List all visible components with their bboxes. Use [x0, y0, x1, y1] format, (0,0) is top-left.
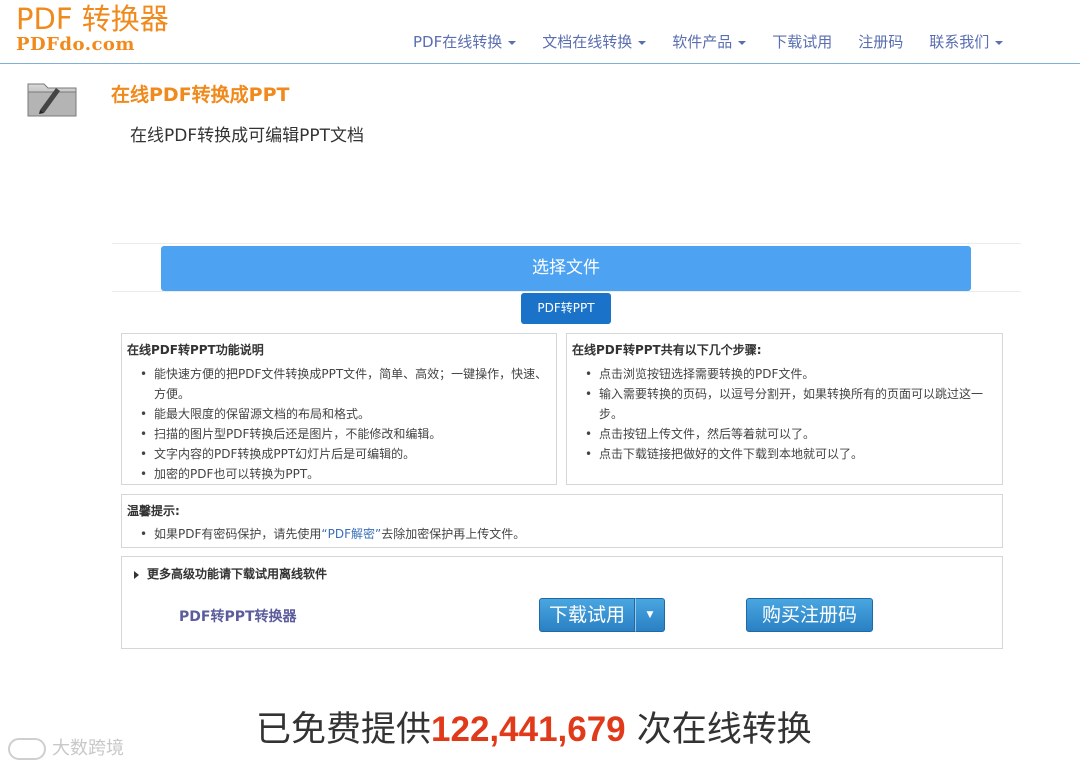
download-dropdown-button[interactable]: ▼: [635, 598, 665, 632]
list-item: 文字内容的PDF转换成PPT幻灯片后是可编辑的。: [140, 444, 556, 464]
logo-title: PDF 转换器: [16, 2, 169, 36]
download-button-group: 下载试用 ▼: [539, 598, 665, 632]
features-panel: 在线PDF转PPT功能说明 能快速方便的把PDF文件转换成PPT文件，简单、高效…: [121, 333, 557, 485]
features-list: 能快速方便的把PDF文件转换成PPT文件，简单、高效；一键操作，快速、方便。 能…: [140, 364, 556, 484]
features-title: 在线PDF转PPT功能说明: [127, 343, 264, 357]
nav-contact[interactable]: 联系我们: [916, 28, 1016, 56]
watermark-text: 大数跨境: [52, 738, 124, 759]
nav-software[interactable]: 软件产品: [659, 28, 759, 56]
list-item: 如果PDF有密码保护，请先使用“PDF解密”去除加密保护再上传文件。: [140, 524, 1002, 544]
counter-suffix: 次在线转换: [625, 710, 812, 750]
site-logo[interactable]: PDF 转换器 PDFdo.com: [16, 2, 191, 58]
nav-download[interactable]: 下载试用: [759, 28, 845, 56]
divider: [112, 243, 1021, 244]
select-file-button[interactable]: 选择文件: [161, 246, 971, 291]
logo-domain: PDFdo.com: [16, 34, 135, 55]
conversion-counter: 已免费提供122,441,679 次在线转换: [256, 706, 812, 754]
offline-software-panel: 更多高级功能请下载试用离线软件 PDF转PPT转换器 下载试用 ▼ 购买注册码: [121, 556, 1003, 649]
site-header: PDF 转换器 PDFdo.com PDF在线转换 文档在线转换 软件产品 下载…: [0, 0, 1080, 64]
pdf-decrypt-link[interactable]: “PDF解密”: [321, 527, 381, 541]
nav-label: 下载试用: [772, 33, 833, 51]
main-nav: PDF在线转换 文档在线转换 软件产品 下载试用 注册码 联系我们: [400, 28, 1016, 56]
nav-pdf-online[interactable]: PDF在线转换: [400, 28, 529, 56]
product-name[interactable]: PDF转PPT转换器: [179, 606, 297, 626]
list-item: 加密的PDF也可以转换为PPT。: [140, 464, 556, 484]
buy-license-button[interactable]: 购买注册码: [746, 598, 873, 632]
list-item: 点击浏览按钮选择需要转换的PDF文件。: [585, 364, 1002, 384]
nav-register[interactable]: 注册码: [845, 28, 916, 56]
caret-down-icon: [995, 40, 1004, 45]
list-item: 能快速方便的把PDF文件转换成PPT文件，简单、高效；一键操作，快速、方便。: [140, 364, 556, 404]
page-subtitle: 在线PDF转换成可编辑PPT文档: [130, 126, 365, 146]
page-title: 在线PDF转换成PPT: [111, 84, 290, 106]
steps-list: 点击浏览按钮选择需要转换的PDF文件。 输入需要转换的页码，以逗号分割开，如果转…: [585, 364, 1002, 464]
watermark: 大数跨境: [8, 734, 124, 760]
nav-label: 联系我们: [929, 33, 990, 51]
steps-title: 在线PDF转PPT共有以下几个步骤:: [572, 343, 762, 357]
list-item: 点击下载链接把做好的文件下载到本地就可以了。: [585, 444, 1002, 464]
caret-down-icon: [738, 40, 747, 45]
steps-panel: 在线PDF转PPT共有以下几个步骤: 点击浏览按钮选择需要转换的PDF文件。 输…: [566, 333, 1003, 485]
watermark-logo-icon: [8, 738, 46, 760]
caret-down-icon: [508, 40, 517, 45]
more-title-label: 更多高级功能请下载试用离线软件: [147, 567, 328, 581]
caret-down-icon: [638, 40, 647, 45]
counter-number: 122,441,679: [431, 710, 626, 749]
list-item: 扫描的图片型PDF转换后还是图片，不能修改和编辑。: [140, 424, 556, 444]
pdf-tool-icon: [26, 76, 78, 118]
tips-list: 如果PDF有密码保护，请先使用“PDF解密”去除加密保护再上传文件。: [140, 524, 1002, 544]
tips-title: 温馨提示:: [127, 504, 180, 518]
nav-label: PDF在线转换: [413, 33, 503, 51]
list-item: 输入需要转换的页码，以逗号分割开，如果转换所有的页面可以跳过这一步。: [585, 384, 1002, 424]
more-features-toggle[interactable]: 更多高级功能请下载试用离线软件: [134, 565, 327, 582]
divider: [112, 291, 1021, 292]
list-item: 能最大限度的保留源文档的布局和格式。: [140, 404, 556, 424]
tips-panel: 温馨提示: 如果PDF有密码保护，请先使用“PDF解密”去除加密保护再上传文件。: [121, 494, 1003, 548]
chevron-down-icon: ▼: [646, 610, 654, 620]
triangle-right-icon: [134, 570, 139, 579]
nav-label: 注册码: [858, 33, 904, 51]
download-trial-button[interactable]: 下载试用: [539, 598, 635, 632]
nav-label: 软件产品: [672, 33, 733, 51]
pdf-to-ppt-button[interactable]: PDF转PPT: [521, 293, 611, 324]
nav-doc-online[interactable]: 文档在线转换: [529, 28, 659, 56]
tip-text: 去除加密保护再上传文件。: [381, 527, 526, 541]
nav-label: 文档在线转换: [542, 33, 633, 51]
counter-prefix: 已免费提供: [256, 710, 432, 750]
tip-text: 如果PDF有密码保护，请先使用: [154, 527, 322, 541]
list-item: 点击按钮上传文件，然后等着就可以了。: [585, 424, 1002, 444]
